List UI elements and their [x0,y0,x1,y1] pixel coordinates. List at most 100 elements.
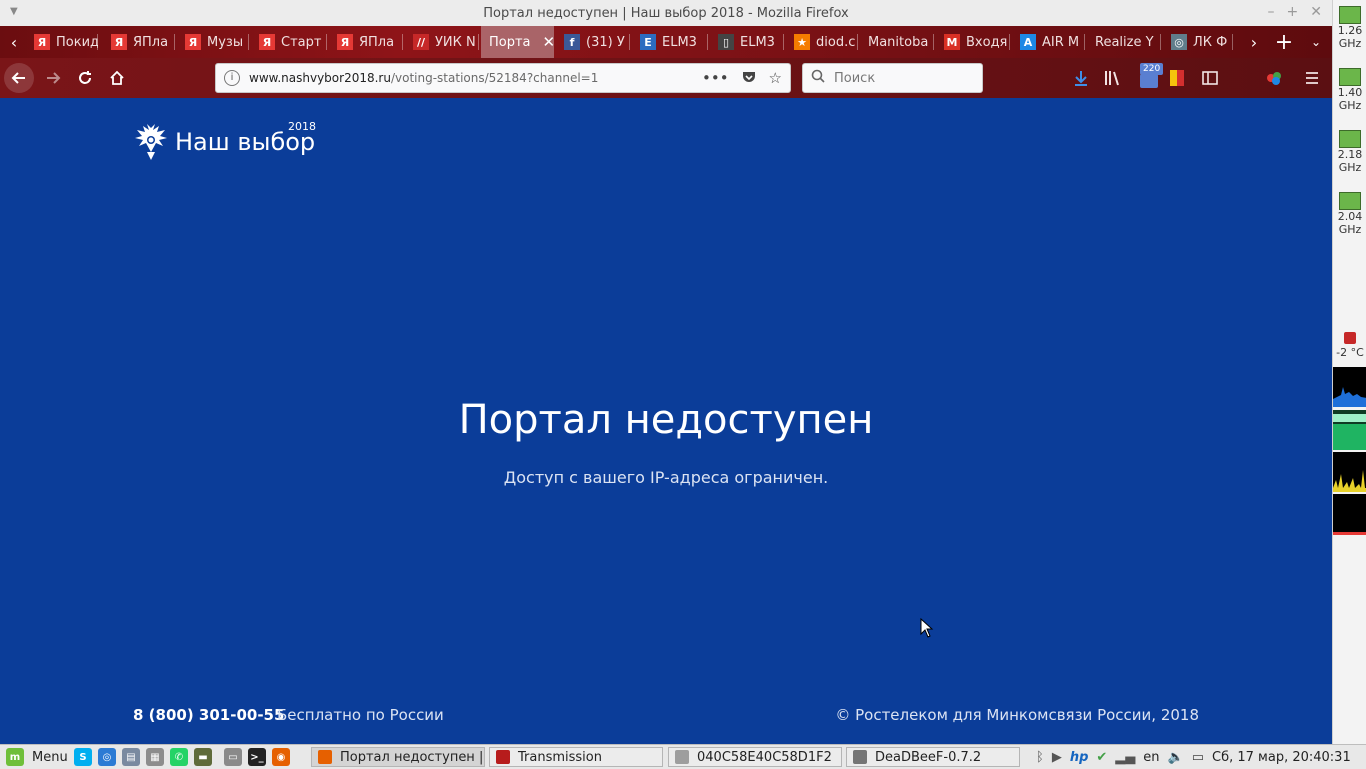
tab[interactable]: Я Старт [251,26,327,58]
url-host: www.nashvybor2018.ru [249,71,391,85]
cpu-frequency-widget[interactable]: 2.04 GHz [1333,192,1366,236]
file-manager-icon[interactable]: ▤ [122,748,140,766]
tab-separator [707,34,708,50]
firefox-icon[interactable]: ◉ [272,748,290,766]
clock[interactable]: Сб, 17 мар, 20:40:31 [1212,750,1351,765]
site-info-icon[interactable]: i [224,70,240,86]
tab[interactable]: ◎ ЛК Ф [1163,26,1233,58]
tab-label: AIR M [1042,34,1080,50]
page-content: Наш выбор 2018 Портал недоступен Доступ … [0,98,1332,744]
show-desktop-icon[interactable]: ▭ [224,748,242,766]
bookmark-star-icon[interactable]: ☆ [769,69,782,89]
search-bar[interactable]: Поиск [802,63,983,93]
tab-separator [1232,34,1233,50]
tab[interactable]: f (31) У [556,26,630,58]
skype-icon[interactable]: S [74,748,92,766]
facebook-icon: f [564,34,580,50]
tab[interactable]: Я Покид [26,26,98,58]
tab[interactable]: // УИК N [405,26,479,58]
taskbar-window-button[interactable]: Transmission [489,747,663,767]
taskbar-window-label: 040C58E40C58D1F2 [697,749,832,765]
cpu-chip-icon [1339,6,1361,24]
media-player-icon[interactable]: ▶ [1052,750,1062,765]
cpu-frequency-unit: GHz [1338,99,1362,112]
downloads-button[interactable] [1072,68,1090,88]
system-monitor-icon[interactable]: ▬ [194,748,212,766]
update-shield-icon[interactable]: ✔ [1096,750,1107,765]
tab-separator [478,34,479,50]
page-actions-icon[interactable]: ••• [702,69,729,89]
tab[interactable]: ★ diod.c [786,26,858,58]
diod-icon: ★ [794,34,810,50]
cpu-frequency-widget[interactable]: 2.18 GHz [1333,130,1366,174]
cik-icon: // [413,34,429,50]
volume-icon[interactable]: 🔈 [1168,750,1184,765]
new-tab-button[interactable]: + [1272,26,1296,58]
taskbar-window-button[interactable]: Портал недоступен | ... [311,747,485,767]
library-button[interactable] [1103,68,1121,88]
tab-label: Старт [281,34,322,50]
tab[interactable]: ▯ ELM3 [710,26,784,58]
menu-button[interactable]: m Menu [6,747,68,767]
tab-label: diod.c [816,34,856,50]
tab-label: ELM3 [662,34,697,50]
scroll-tabs-left-button[interactable]: ‹ [2,26,26,58]
tab[interactable]: Я ЯПла [329,26,403,58]
terminal-icon[interactable]: >_ [248,748,266,766]
reload-button[interactable] [70,63,100,93]
flag-extension-button[interactable] [1170,68,1184,88]
list-all-tabs-button[interactable]: ⌄ [1304,26,1328,58]
tab[interactable]: M Входя [936,26,1010,58]
tab[interactable]: Manitoba [860,26,934,58]
double-headed-eagle-icon [135,124,167,160]
site-logo[interactable]: Наш выбор 2018 [133,120,316,162]
cpu-chip-icon [1339,192,1361,210]
tab[interactable]: Я Музы [177,26,249,58]
color-extension-button[interactable] [1265,68,1283,88]
battery-icon[interactable]: ▭ [1192,750,1204,765]
temperature-widget[interactable]: -2 °C [1333,332,1366,359]
keyboard-layout[interactable]: en [1143,750,1159,765]
cpu-frequency-widget[interactable]: 1.26 GHz [1333,6,1366,50]
load-graph [1333,494,1366,535]
hp-printer-icon[interactable]: hp [1070,750,1089,765]
url-bar[interactable]: i www.nashvybor2018.ru/voting-stations/5… [215,63,791,93]
tab[interactable]: Я ЯПла [103,26,175,58]
window-titlebar: ▼ Портал недоступен | Наш выбор 2018 - M… [0,0,1332,26]
forward-button[interactable] [38,63,68,93]
scroll-tabs-right-button[interactable]: › [1242,26,1266,58]
calculator-icon[interactable]: ▦ [146,748,164,766]
cpu-chip-icon [1339,68,1361,86]
bluetooth-icon[interactable]: ᛒ [1036,750,1044,765]
minimize-button[interactable]: – [1268,4,1275,20]
tab[interactable]: Realize Y [1087,26,1161,58]
tab[interactable]: Порта ✕ [481,26,554,58]
close-window-button[interactable]: ✕ [1310,4,1322,20]
cpu-frequency-unit: GHz [1338,37,1362,50]
chromium-icon[interactable]: ◎ [98,748,116,766]
maximize-button[interactable]: + [1287,4,1299,20]
back-button[interactable] [4,63,34,93]
sidebar-button[interactable] [1202,68,1218,88]
cpu-frequency-unit: GHz [1338,223,1362,236]
taskbar-window-button[interactable]: 040C58E40C58D1F2 [668,747,842,767]
network-signal-icon[interactable]: ▂▄ [1115,750,1135,765]
extension-icon [1140,74,1158,88]
close-tab-icon[interactable]: ✕ [543,33,554,51]
home-button[interactable] [102,63,132,93]
forward-arrow-icon [47,72,61,84]
whatsapp-icon[interactable]: ✆ [170,748,188,766]
pocket-icon[interactable] [741,69,757,89]
taskbar-window-button[interactable]: DeaDBeeF-0.7.2 [846,747,1020,767]
open-menu-button[interactable] [1304,68,1320,88]
window-app-icon [853,750,867,764]
cpu-frequency-widget[interactable]: 1.40 GHz [1333,68,1366,112]
hotline-phone[interactable]: 8 (800) 301-00-55 [133,706,284,724]
tab-label: ЯПла [359,34,395,50]
cpu-graph [1333,452,1366,492]
tab[interactable]: E ELM3 [632,26,708,58]
tab[interactable]: A AIR M [1012,26,1085,58]
lk-icon: ◎ [1171,34,1187,50]
tab-separator [326,34,327,50]
download-icon [1075,71,1087,86]
